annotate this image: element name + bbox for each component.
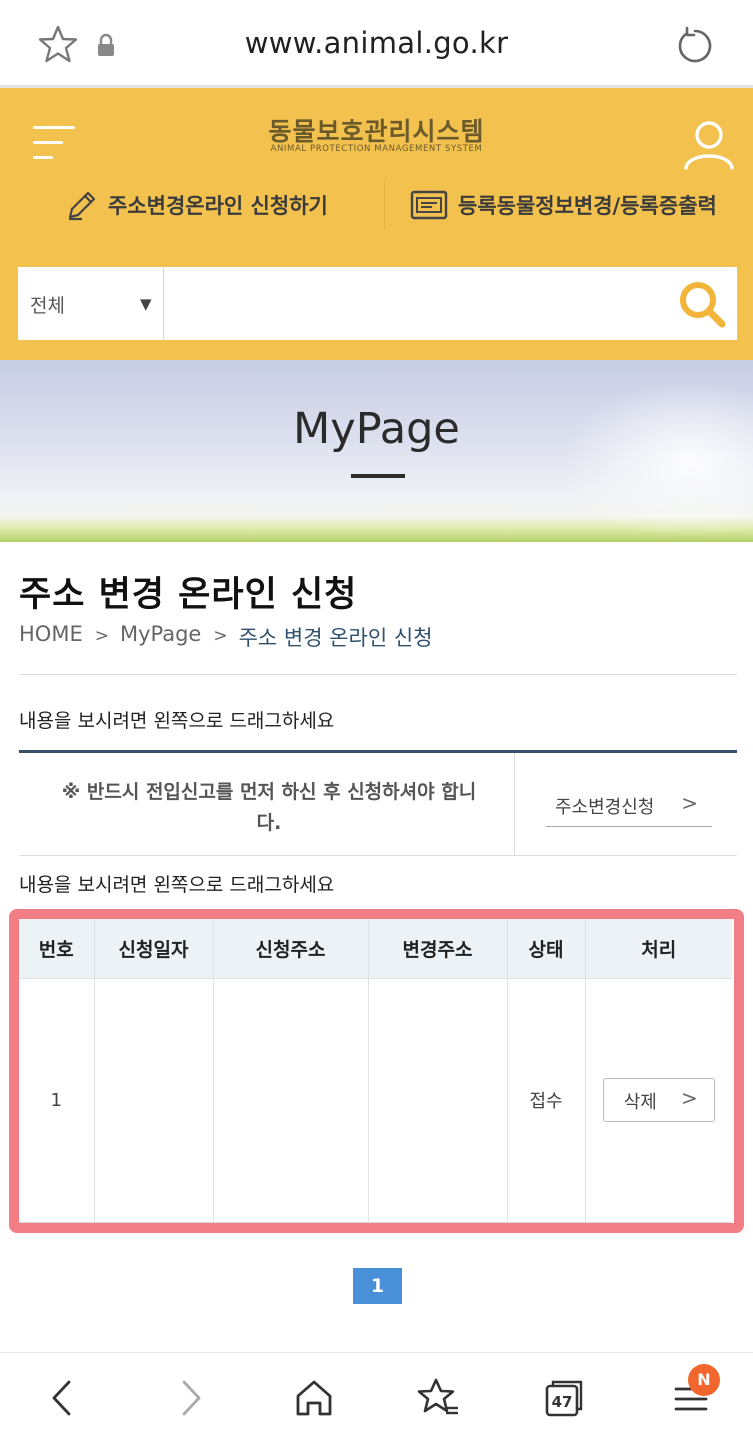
column-header: 신청주소 [213,919,369,979]
table-header-row: 번호 신청일자 신청주소 변경주소 상태 처리 [19,919,732,979]
url-text[interactable]: www.animal.go.kr [120,26,633,60]
breadcrumb-current: 주소 변경 온라인 신청 [238,626,433,650]
menu-notification-badge: N [688,1364,720,1396]
browser-address-bar: www.animal.go.kr [0,0,753,88]
forward-icon[interactable] [167,1375,213,1421]
column-header: 상태 [507,919,586,979]
tabs-count: 47 [552,1393,573,1411]
notice-divider [514,753,515,856]
breadcrumb-home[interactable]: HOME [19,622,83,652]
page-banner: MyPage [0,360,753,542]
banner-title: MyPage [293,404,460,454]
notice-box: ※ 반드시 전입신고를 먼저 하신 후 신청하셔야 합니다. 주소변경신청 > [19,750,737,856]
tabs-icon[interactable]: 47 [541,1375,587,1421]
search-bar: 전체 ▼ [18,267,737,340]
home-icon[interactable] [291,1375,337,1421]
quick-link-address-change[interactable]: 주소변경온라인 신청하기 [66,180,328,230]
cell-changed-address [368,978,508,1223]
table-row: 1 접수 삭제 > [19,978,732,1223]
cell-number: 1 [19,978,95,1223]
column-header: 변경주소 [368,919,508,979]
lock-icon [98,33,114,56]
quick-link-registration-info[interactable]: 등록동물정보변경/등록증출력 [410,180,717,230]
breadcrumb-separator: > [94,626,109,646]
search-category-select[interactable]: 전체 ▼ [18,267,164,340]
address-change-apply-button[interactable]: 주소변경신청 > [546,791,712,827]
chevron-right-icon: > [680,1086,698,1110]
cell-status: 접수 [507,978,586,1223]
application-table: 번호 신청일자 신청주소 변경주소 상태 처리 1 접수 삭제 > [19,919,732,1223]
chevron-right-icon: > [681,791,698,815]
breadcrumb-separator: > [213,626,228,646]
drag-hint: 내용을 보시려면 왼쪽으로 드래그하세요 [19,710,335,732]
apply-button-label: 주소변경신청 [555,797,655,818]
reload-icon[interactable] [674,25,716,67]
pagination-current-page[interactable]: 1 [353,1268,402,1304]
search-input[interactable] [166,267,667,340]
user-icon[interactable] [682,118,736,172]
cell-date [94,978,214,1223]
search-category-value: 전체 [30,295,65,317]
dropdown-arrow-icon: ▼ [140,295,152,313]
cell-applied-address [213,978,369,1223]
browser-bottom-nav: 47 [0,1352,753,1440]
site-logo-subtitle: ANIMAL PROTECTION MANAGEMENT SYSTEM [270,144,483,154]
column-header: 처리 [585,919,732,979]
divider [19,674,737,675]
delete-button[interactable]: 삭제 > [602,1078,715,1122]
site-header: 동물보호관리시스템 ANIMAL PROTECTION MANAGEMENT S… [0,88,753,360]
breadcrumb: HOME > MyPage > 주소 변경 온라인 신청 [19,622,433,652]
search-icon[interactable] [677,279,727,329]
banner-underline [351,474,405,478]
bookmark-star-icon[interactable] [38,24,78,64]
delete-button-label: 삭제 [623,1092,657,1113]
drag-hint: 내용을 보시려면 왼쪽으로 드래그하세요 [19,874,335,896]
quick-link-label: 등록동물정보변경/등록증출력 [458,194,717,218]
site-logo[interactable]: 동물보호관리시스템 [0,112,753,148]
header-divider [384,180,385,230]
back-icon[interactable] [40,1375,86,1421]
notice-text: ※ 반드시 전입신고를 먼저 하신 후 신청하셔야 합니다. [61,781,477,834]
cell-action: 삭제 > [585,978,732,1223]
page-title: 주소 변경 온라인 신청 [19,575,358,615]
column-header: 신청일자 [94,919,214,979]
id-card-icon [410,190,448,220]
quick-link-label: 주소변경온라인 신청하기 [108,194,328,218]
application-table-container: 번호 신청일자 신청주소 변경주소 상태 처리 1 접수 삭제 > [9,909,744,1233]
pencil-icon [68,191,96,221]
bookmarks-icon[interactable] [416,1375,462,1421]
breadcrumb-mypage[interactable]: MyPage [120,622,201,652]
column-header: 번호 [19,919,95,979]
